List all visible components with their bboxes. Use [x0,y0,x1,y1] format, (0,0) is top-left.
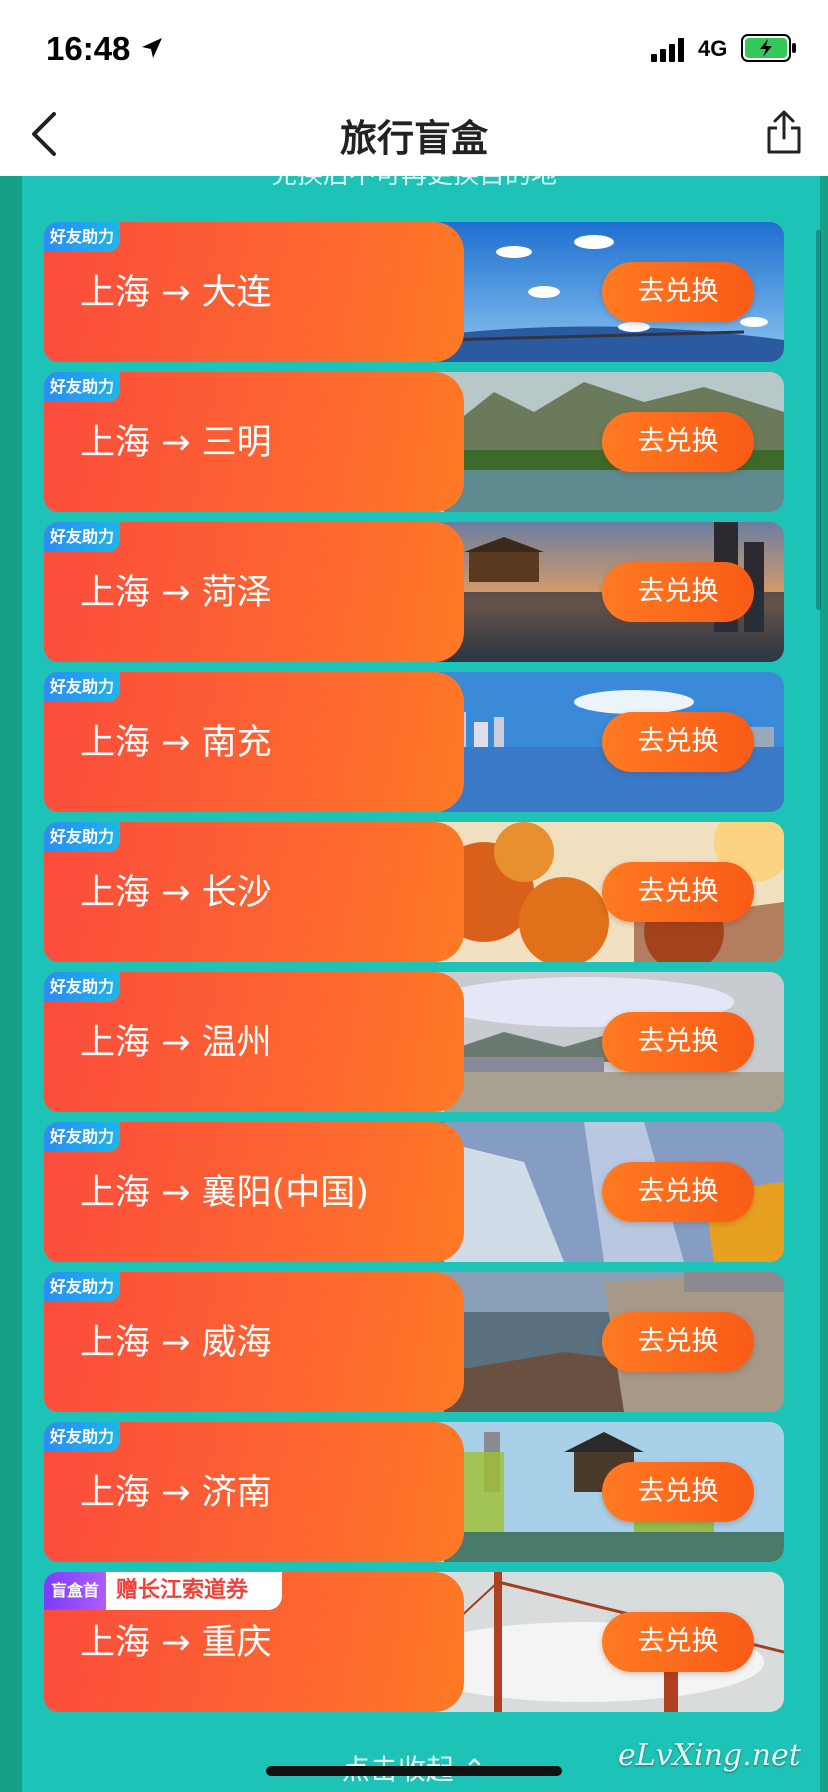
first-open-badge: 盲盒首开 [44,1572,106,1610]
friend-assist-tag: 好友助力 [44,372,121,402]
redeem-button[interactable]: 去兑换 [602,1162,754,1222]
route-card-weihai[interactable]: 上海 → 威海 好友助力 去兑换 [44,1272,784,1412]
route-card-xiangyang[interactable]: 上海 → 襄阳(中国) 好友助力 去兑换 [44,1122,784,1262]
friend-assist-tag: 好友助力 [44,972,121,1002]
redeem-button[interactable]: 去兑换 [602,1612,754,1672]
route-card-nanchong[interactable]: 上海 → 南充 好友助力 去兑换 [44,672,784,812]
promo-tag: 盲盒首开 赠长江索道券 [44,1572,282,1610]
route-label: 上海 → 大连 [80,273,272,313]
status-bar: 16:48 4G [0,0,828,96]
route-card-sanming[interactable]: 上海 → 三明 好友助力 去兑换 [44,372,784,512]
friend-assist-tag: 好友助力 [44,522,121,552]
route-card-chongqing[interactable]: 上海 → 重庆 盲盒首开 赠长江索道券 去兑换 [44,1572,784,1712]
friend-assist-tag: 好友助力 [44,822,121,852]
battery-charging-icon [741,34,796,62]
route-label: 上海 → 济南 [80,1473,272,1513]
redeem-button[interactable]: 去兑换 [602,712,754,772]
route-label: 上海 → 菏泽 [80,573,272,613]
redeem-button[interactable]: 去兑换 [602,1012,754,1072]
redeem-button[interactable]: 去兑换 [602,1312,754,1372]
nav-bar: 旅行盲盒 [0,96,828,176]
route-label: 上海 → 长沙 [80,873,272,913]
friend-assist-tag: 好友助力 [44,1272,121,1302]
route-card-dalian[interactable]: 上海 → 大连 好友助力 去兑换 [44,222,784,362]
location-arrow-icon [142,38,162,58]
scrollbar[interactable] [816,230,821,610]
friend-assist-tag: 好友助力 [44,1422,121,1452]
share-icon[interactable] [764,108,804,156]
watermark: eLvXing.net [618,1738,801,1773]
route-card-jinan[interactable]: 上海 → 济南 好友助力 去兑换 [44,1422,784,1562]
page-title: 旅行盲盒 [340,117,488,160]
panel-hint: 兑换后不可再更换目的地 [0,176,828,191]
status-time: 16:48 [46,30,131,67]
redeem-button[interactable]: 去兑换 [602,262,754,322]
content-area: 兑换后不可再更换目的地 上海 → 大连 好友助力 去兑换 上海 → 三明 好友助… [0,176,828,1792]
home-indicator[interactable] [266,1766,562,1776]
route-label: 上海 → 襄阳(中国) [80,1173,369,1213]
route-card-wenzhou[interactable]: 上海 → 温州 好友助力 去兑换 [44,972,784,1112]
friend-assist-tag: 好友助力 [44,672,121,702]
route-card-heze[interactable]: 上海 → 菏泽 好友助力 去兑换 [44,522,784,662]
promo-text: 赠长江索道券 [116,1578,249,1603]
route-label: 上海 → 南充 [80,723,272,763]
redeem-button[interactable]: 去兑换 [602,562,754,622]
redeem-button[interactable]: 去兑换 [602,1462,754,1522]
route-label: 上海 → 威海 [80,1323,272,1363]
route-card-changsha[interactable]: 上海 → 长沙 好友助力 去兑换 [44,822,784,962]
route-label: 上海 → 温州 [80,1023,272,1063]
friend-assist-tag: 好友助力 [44,1122,121,1152]
network-label: 4G [698,36,728,61]
route-label: 上海 → 重庆 [80,1623,272,1663]
route-label: 上海 → 三明 [80,423,272,463]
redeem-button[interactable]: 去兑换 [602,862,754,922]
signal-bars-icon [651,38,684,62]
redeem-button[interactable]: 去兑换 [602,412,754,472]
friend-assist-tag: 好友助力 [44,222,121,252]
